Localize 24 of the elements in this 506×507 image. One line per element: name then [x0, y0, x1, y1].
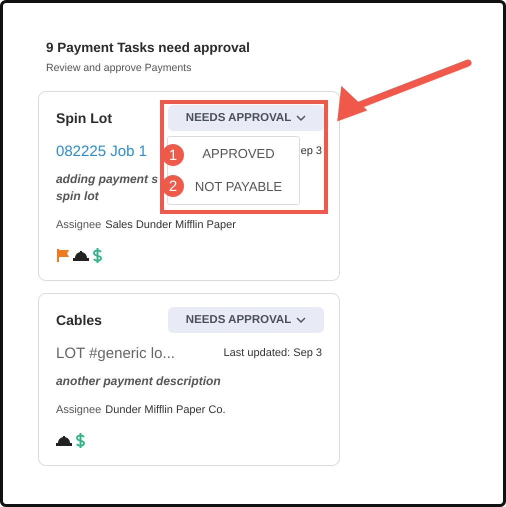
- menu-option[interactable]: APPROVED: [192, 142, 275, 165]
- chevron-down-icon: [296, 115, 306, 121]
- last-updated: ep 3: [300, 145, 322, 157]
- chevron-down-icon: [296, 317, 306, 323]
- page-title: 9 Payment Tasks need approval: [46, 39, 251, 57]
- assignee-label: Assignee: [56, 403, 102, 418]
- job-link[interactable]: 082225 Job 1: [56, 142, 147, 160]
- dollar-icon: [76, 432, 85, 448]
- task-description: another payment description: [56, 373, 221, 390]
- task-title: Spin Lot: [56, 110, 112, 126]
- status-dropdown[interactable]: NEEDS APPROVAL: [168, 105, 324, 131]
- task-description: spin lot: [56, 188, 99, 205]
- status-dropdown[interactable]: NEEDS APPROVAL: [168, 307, 324, 333]
- menu-option[interactable]: NOT PAYABLE: [184, 176, 282, 198]
- task-title: Cables: [56, 312, 102, 328]
- assignee-name: Dunder Mifflin Paper Co.: [105, 403, 226, 418]
- task-description: adding payment s: [56, 171, 158, 188]
- lot-reference: LOT #generic lo...: [56, 344, 175, 362]
- assignee-name: Sales Dunder Mifflin Paper: [105, 218, 236, 233]
- dollar-icon: [93, 248, 102, 262]
- assignee-label: Assignee: [56, 218, 102, 233]
- last-updated: Last updated: Sep 3: [224, 347, 322, 359]
- flag-icon: [56, 248, 69, 262]
- page-subtitle: Review and approve Payments: [46, 61, 192, 75]
